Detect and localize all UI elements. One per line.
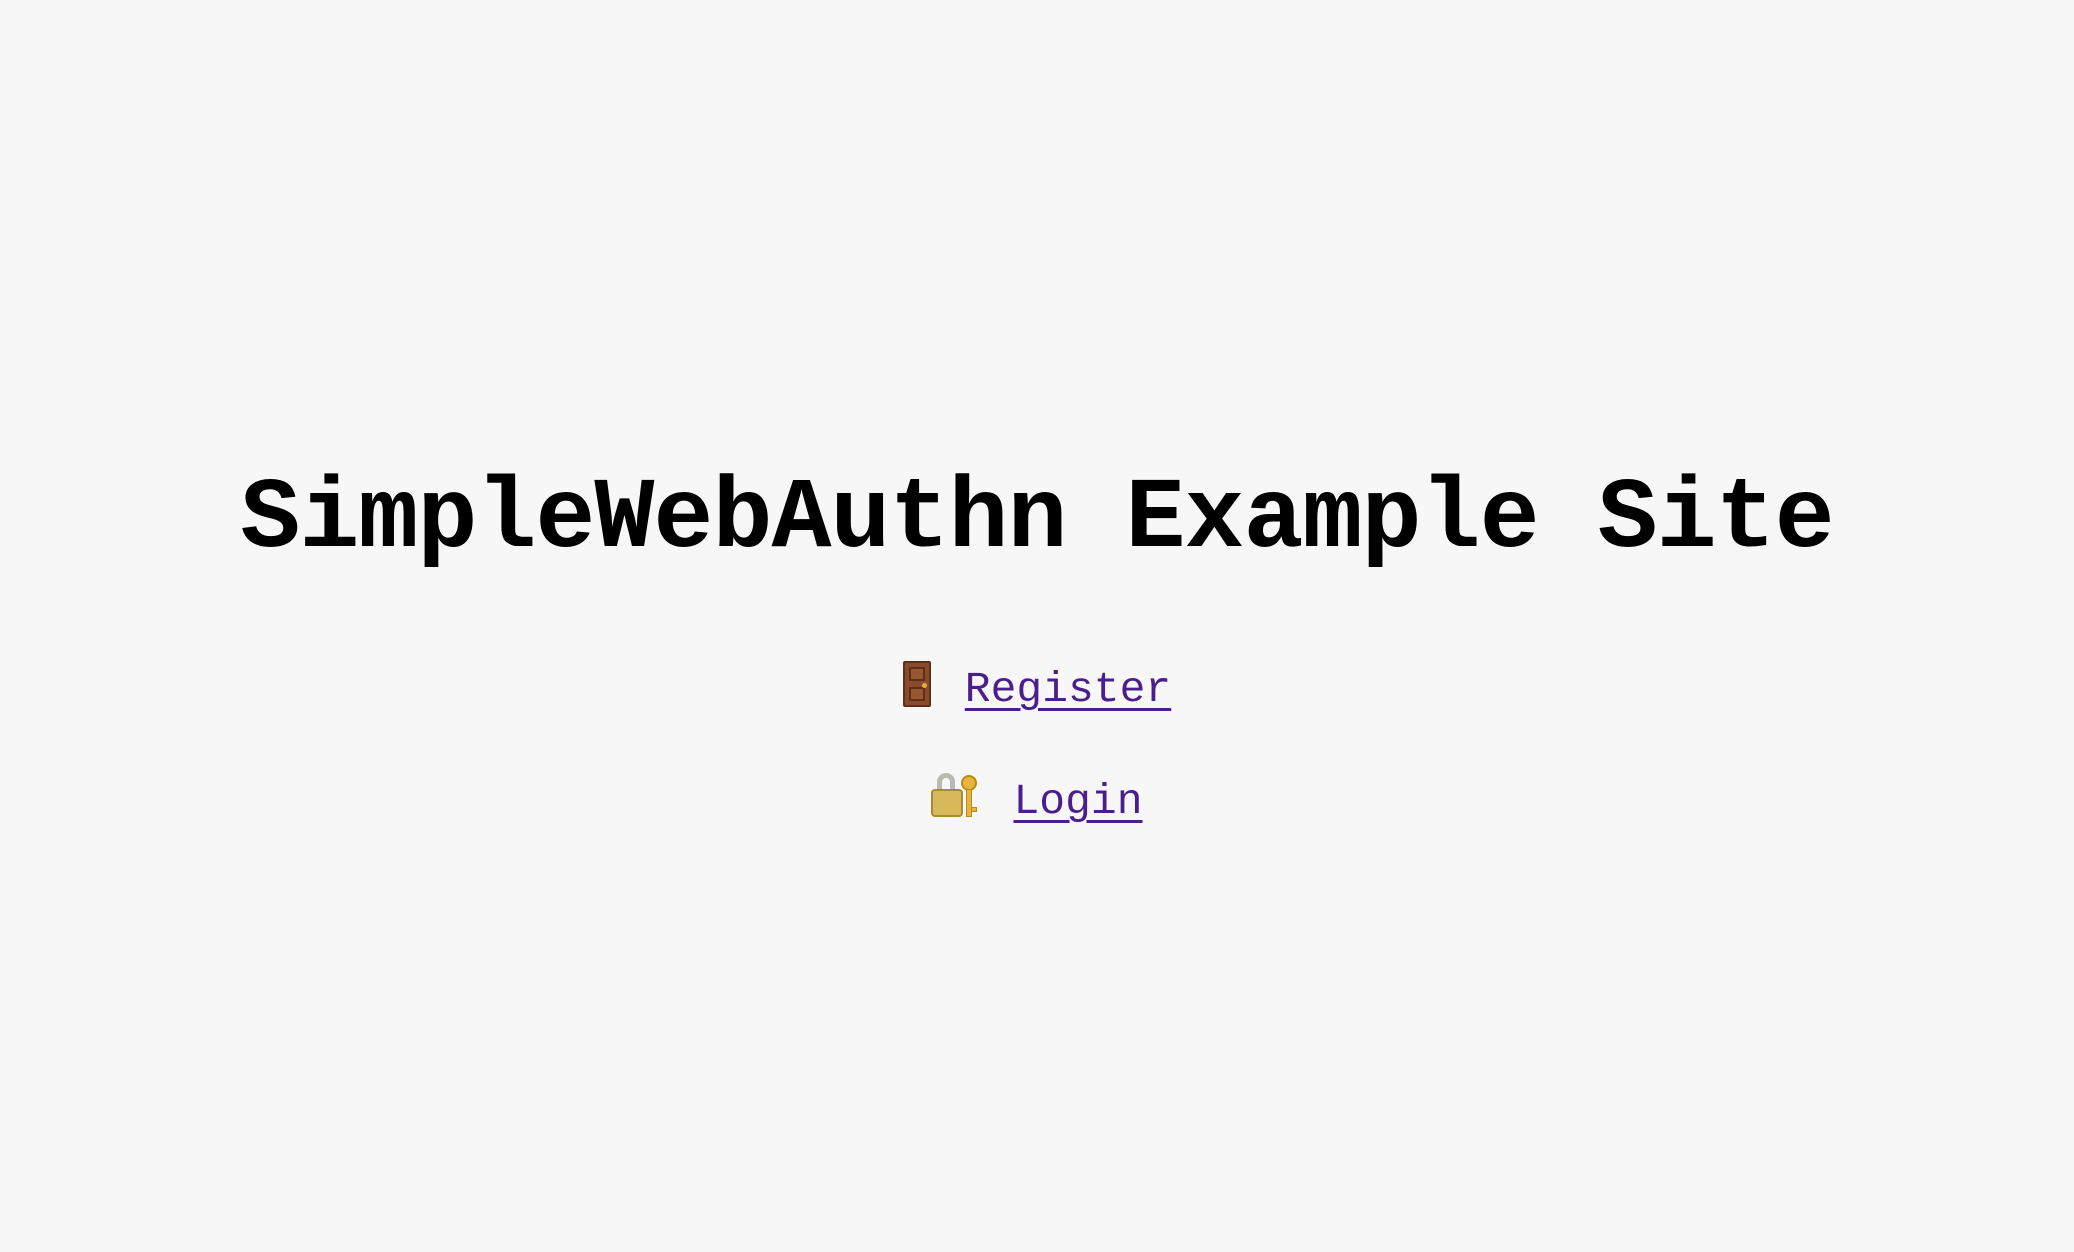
login-row: Login: [0, 772, 2074, 832]
key-tooth: [971, 806, 978, 812]
register-row: Register: [0, 660, 2074, 720]
register-link[interactable]: Register: [965, 665, 1171, 714]
login-link[interactable]: Login: [1013, 777, 1142, 826]
door-panel-top: [908, 666, 925, 681]
door-knob: [921, 682, 927, 688]
door-icon: [902, 660, 931, 707]
lock-body: [931, 788, 964, 817]
lock-with-key-icon: [931, 772, 979, 819]
page: SimpleWebAuthn Example Site Register Log…: [0, 0, 2074, 1252]
key-shaft: [966, 788, 973, 817]
door-panel-bottom: [908, 686, 925, 701]
page-title: SimpleWebAuthn Example Site: [240, 464, 1834, 577]
